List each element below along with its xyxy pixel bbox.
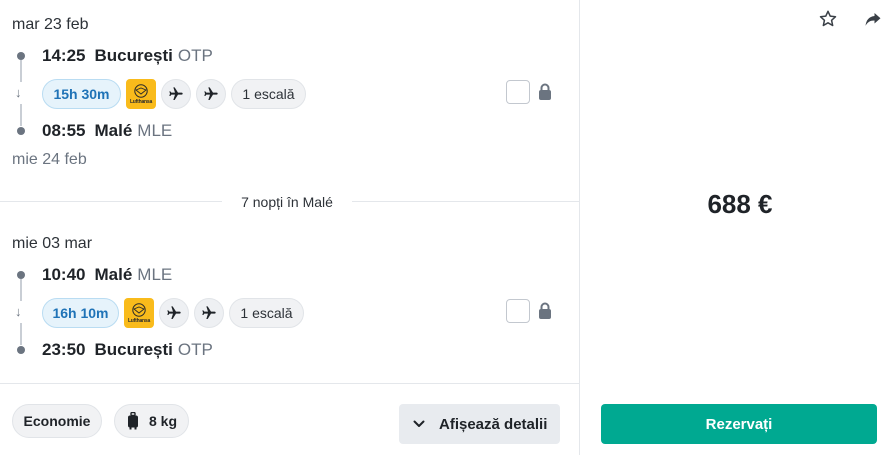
- show-details-label: Afișează detalii: [439, 415, 548, 433]
- timeline-dot: [17, 52, 25, 60]
- stops-badge: 1 escală: [229, 298, 304, 328]
- select-checkbox[interactable]: [506, 80, 530, 104]
- timeline-dot: [17, 127, 25, 135]
- lufthansa-logo-icon: Lufthansa: [124, 298, 154, 328]
- outbound-arrival: 08:55 Malé MLE: [42, 121, 172, 141]
- stops-badge: 1 escală: [231, 79, 306, 109]
- inbound-arrival: 23:50 București OTP: [42, 340, 213, 360]
- inbound-departure: 10:40 Malé MLE: [42, 265, 172, 285]
- suitcase-icon: [128, 412, 138, 430]
- departure-city: București: [94, 46, 173, 65]
- footer-divider: [0, 383, 579, 384]
- itinerary-panel: mar 23 feb ↓ 14:25 București OTP 15h 30m…: [0, 0, 580, 455]
- plane-icon: [196, 79, 226, 109]
- departure-time: 10:40: [42, 265, 86, 284]
- select-checkbox[interactable]: [506, 299, 530, 323]
- show-details-button[interactable]: Afișează detalii: [399, 404, 560, 444]
- baggage-chip: 8 kg: [114, 404, 189, 438]
- lock-icon: [539, 83, 551, 100]
- lufthansa-logo-icon: Lufthansa: [126, 79, 156, 109]
- star-icon[interactable]: [818, 9, 838, 29]
- arrow-down-icon: ↓: [15, 304, 22, 319]
- plane-icon: [159, 298, 189, 328]
- chevron-down-icon: [413, 420, 425, 428]
- arrival-time: 23:50: [42, 340, 86, 359]
- total-price: 688 €: [707, 189, 773, 219]
- timeline-line: [20, 60, 22, 82]
- plane-icon: [194, 298, 224, 328]
- timeline-dot: [17, 346, 25, 354]
- lock-icon: [539, 302, 551, 319]
- outbound-departure-date: mar 23 feb: [12, 16, 89, 33]
- arrival-city: București: [94, 340, 173, 359]
- outbound-arrival-date: mie 24 feb: [12, 151, 87, 168]
- nights-label: 7 nopți în Malé: [222, 191, 352, 213]
- baggage-label: 8 kg: [149, 413, 178, 429]
- arrival-time: 08:55: [42, 121, 86, 140]
- arrival-airport-code: OTP: [177, 340, 213, 359]
- inbound-departure-date: mie 03 mar: [12, 235, 93, 252]
- departure-city: Malé: [94, 265, 133, 284]
- departure-time: 14:25: [42, 46, 86, 65]
- airline-logo-text: Lufthansa: [129, 98, 153, 105]
- outbound-departure: 14:25 București OTP: [42, 46, 213, 66]
- arrival-airport-code: MLE: [137, 121, 173, 140]
- departure-airport-code: MLE: [137, 265, 173, 284]
- flight-duration-badge: 15h 30m: [42, 79, 121, 109]
- price-panel: 688 € Rezervați: [581, 0, 890, 455]
- timeline-line: [20, 279, 22, 301]
- timeline-line: [20, 323, 22, 345]
- flight-duration-badge: 16h 10m: [42, 298, 119, 328]
- cabin-class-chip: Economie: [12, 404, 102, 438]
- book-button[interactable]: Rezervați: [601, 404, 877, 444]
- arrival-city: Malé: [94, 121, 133, 140]
- timeline-dot: [17, 271, 25, 279]
- airline-logo-text: Lufthansa: [127, 317, 151, 324]
- arrow-down-icon: ↓: [15, 85, 22, 100]
- share-icon[interactable]: [864, 10, 882, 28]
- timeline-line: [20, 104, 22, 126]
- plane-icon: [161, 79, 191, 109]
- departure-airport-code: OTP: [177, 46, 213, 65]
